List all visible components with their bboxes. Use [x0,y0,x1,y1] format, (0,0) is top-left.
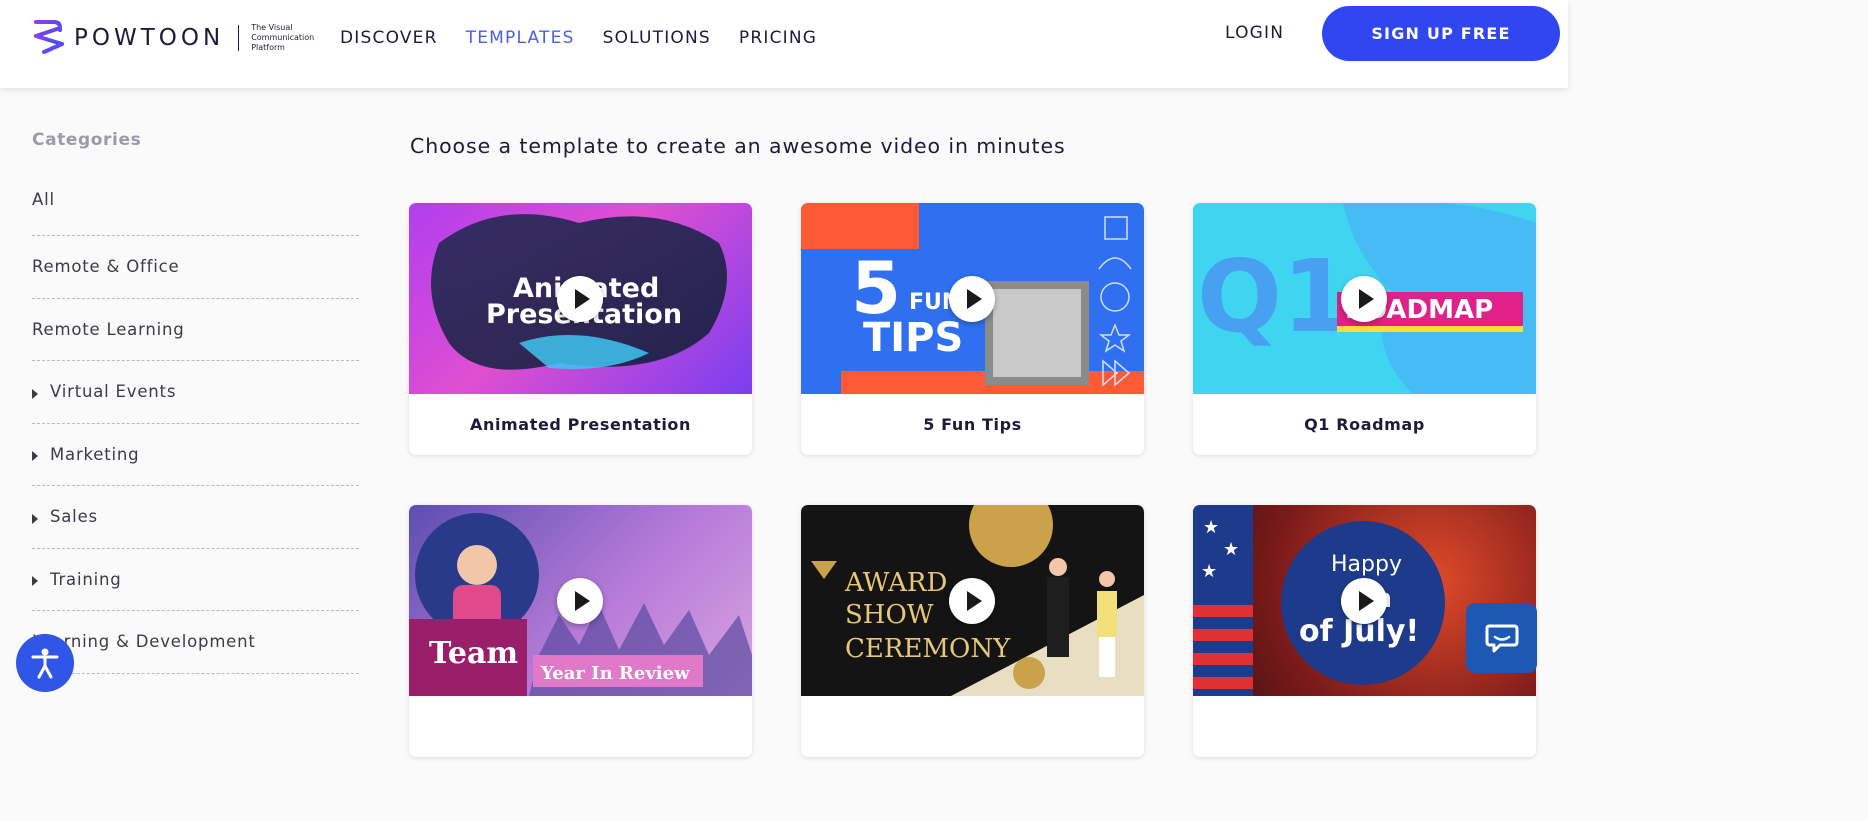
page-heading: Choose a template to create an awesome v… [410,134,1066,158]
play-button[interactable] [557,578,603,624]
thumb-q1: Q1 [1197,238,1352,355]
template-thumbnail: Animated Presentation [409,203,752,394]
category-sales[interactable]: Sales [32,486,359,549]
category-label: All [32,190,55,209]
category-label: Virtual Events [50,382,177,402]
category-virtual-events[interactable]: Virtual Events [32,361,359,424]
play-button[interactable] [949,578,995,624]
play-icon [1358,591,1374,611]
category-label: Training [50,569,122,589]
play-icon [574,289,590,309]
nav-templates[interactable]: TEMPLATES [466,28,575,48]
category-marketing[interactable]: Marketing [32,424,359,486]
accessibility-icon [31,648,59,679]
categories-list: All Remote & Office Remote Learning Virt… [32,188,359,674]
brand-name: POWTOON [74,25,225,51]
play-button[interactable] [1341,276,1387,322]
template-title [1193,696,1536,757]
template-title [801,696,1144,757]
category-label: Remote & Office [32,257,180,277]
sign-up-button[interactable]: SIGN UP FREE [1322,6,1560,61]
thumb-tips: TIPS [863,315,963,361]
caret-right-icon [32,513,38,524]
template-card-5-fun-tips[interactable]: 5 FUN TIPS 5 Fun Tips [801,203,1144,455]
play-icon [966,591,982,611]
chat-icon [1485,624,1518,653]
main-nav: DISCOVER TEMPLATES SOLUTIONS PRICING [340,28,845,48]
nav-discover[interactable]: DISCOVER [340,28,438,48]
template-title: Animated Presentation [469,415,692,434]
powtoon-logo[interactable]: POWTOON The Visual Communication Platfor… [32,18,323,58]
thumb-happy: Happy [1331,552,1402,577]
category-learning-development[interactable]: Learning & Development [32,611,359,674]
template-thumbnail: Team Year In Review [409,505,752,696]
powtoon-logo-icon [34,20,64,54]
nav-solutions[interactable]: SOLUTIONS [603,28,711,48]
template-title [409,696,752,757]
template-title: Q1 Roadmap [1304,415,1425,434]
chat-button[interactable] [1466,603,1537,673]
accessibility-button[interactable] [16,634,74,692]
login-link[interactable]: LOGIN [1225,23,1284,43]
thumb-ceremony: CEREMONY [845,634,1011,664]
categories-sidebar: Categories All Remote & Office Remote Le… [32,130,359,674]
nav-pricing[interactable]: PRICING [739,28,817,48]
category-label: Marketing [50,444,140,464]
template-card-animated-presentation[interactable]: Animated Presentation Animated Presentat… [409,203,752,455]
caret-right-icon [32,576,38,587]
play-icon [1358,289,1374,309]
template-thumbnail: Q1 ROADMAP [1193,203,1536,394]
category-label: Remote Learning [32,319,185,339]
categories-title: Categories [32,130,142,150]
thumb-award: AWARD [844,568,947,598]
brand-tagline: The Visual Communication Platform [251,23,315,52]
play-button[interactable] [1341,578,1387,624]
play-icon [966,289,982,309]
site-header: POWTOON The Visual Communication Platfor… [0,0,1568,88]
svg-text:★: ★ [1223,539,1239,560]
caret-right-icon [32,388,38,399]
template-card-team-year-in-review[interactable]: Team Year In Review [409,505,752,757]
template-card-award-show[interactable]: AWARD SHOW CEREMONY [801,505,1144,757]
play-button[interactable] [949,276,995,322]
template-thumbnail: 5 FUN TIPS [801,203,1144,394]
category-remote-learning[interactable]: Remote Learning [32,299,359,361]
thumb-year-in-review: Year In Review [540,663,690,684]
template-thumbnail: AWARD SHOW CEREMONY [801,505,1144,696]
svg-text:★: ★ [1201,561,1217,582]
play-icon [574,591,590,611]
play-button[interactable] [557,276,603,322]
category-label: Sales [50,507,98,527]
svg-text:★: ★ [1203,517,1219,538]
logo-divider [238,25,240,51]
category-training[interactable]: Training [32,549,359,611]
template-card-q1-roadmap[interactable]: Q1 ROADMAP Q1 Roadmap [1193,203,1536,455]
caret-right-icon [32,451,38,462]
category-remote-office[interactable]: Remote & Office [32,236,359,299]
thumb-team: Team [429,636,518,671]
thumb-show: SHOW [845,600,934,630]
template-title: 5 Fun Tips [923,415,1022,434]
category-all[interactable]: All [32,188,359,236]
